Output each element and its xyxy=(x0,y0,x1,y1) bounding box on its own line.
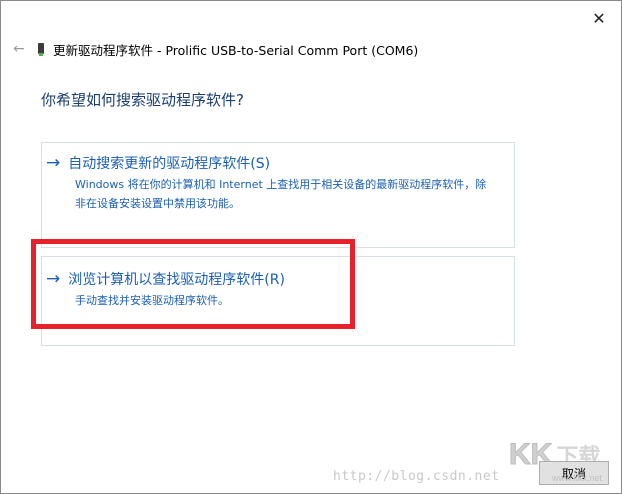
option-title: 自动搜索更新的驱动程序软件(S) xyxy=(68,156,271,172)
close-button[interactable]: ✕ xyxy=(587,7,611,29)
auto-search-option[interactable]: → 自动搜索更新的驱动程序软件(S) Windows 将在你的计算机和 Inte… xyxy=(41,142,515,248)
red-highlight-box xyxy=(31,239,355,329)
back-button[interactable]: ← xyxy=(11,41,27,57)
dialog-title: 更新驱动程序软件 - Prolific USB-to-Serial Comm P… xyxy=(53,42,419,58)
back-arrow-icon: ← xyxy=(13,41,25,57)
option-title-row: → 自动搜索更新的驱动程序软件(S) xyxy=(46,153,270,173)
page-heading: 你希望如何搜索驱动程序软件? xyxy=(41,91,244,109)
usb-device-icon xyxy=(37,42,45,56)
option-description: Windows 将在你的计算机和 Internet 上查找用于相关设备的最新驱动… xyxy=(75,178,487,210)
update-driver-dialog: ✕ ← 更新驱动程序软件 - Prolific USB-to-Serial Co… xyxy=(0,0,622,494)
logo-sub: www.kkx.net xyxy=(552,473,603,483)
right-arrow-icon: → xyxy=(46,152,61,173)
close-icon: ✕ xyxy=(592,8,606,28)
title-bar: ← 更新驱动程序软件 - Prolific USB-to-Serial Comm… xyxy=(11,39,418,59)
watermark-url: http://blog.csdn.net xyxy=(333,469,500,484)
